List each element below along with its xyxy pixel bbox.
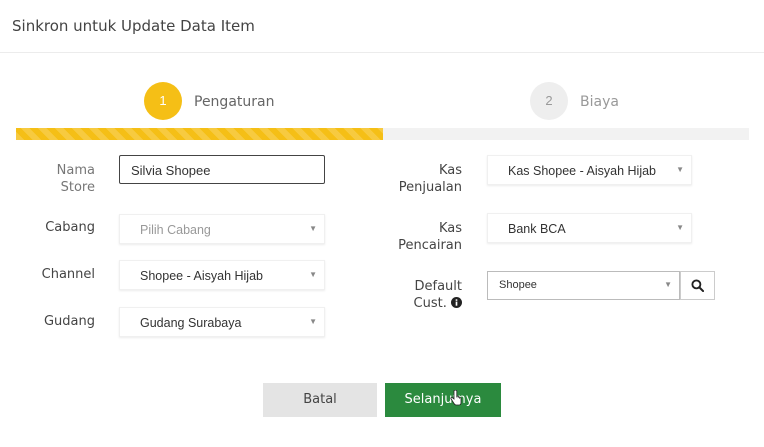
channel-label: Channel: [41, 267, 95, 282]
caret-down-icon: ▼: [309, 270, 317, 279]
kas-penjualan-select-value: Kas Shopee - Aisyah Hijab: [508, 164, 657, 178]
search-icon: [691, 279, 704, 292]
step-2-label: Biaya: [580, 94, 619, 110]
gudang-select-value: Gudang Surabaya: [140, 316, 242, 330]
caret-down-icon: ▼: [309, 224, 317, 233]
cabang-select-value: Pilih Cabang: [140, 223, 211, 237]
gudang-label: Gudang: [43, 314, 95, 329]
gudang-select[interactable]: Gudang Surabaya ▼: [119, 307, 325, 337]
default-cust-select[interactable]: Shopee ▼: [487, 271, 680, 300]
step-1-label: Pengaturan: [194, 94, 275, 110]
kas-penjualan-select[interactable]: Kas Shopee - Aisyah Hijab ▼: [487, 155, 692, 185]
progress-fill: [16, 128, 383, 140]
default-cust-label: Default Cust.: [413, 279, 462, 311]
dialog-title: Sinkron untuk Update Data Item: [12, 17, 255, 35]
kas-pencairan-select[interactable]: Bank BCA ▼: [487, 213, 692, 243]
cabang-label: Cabang: [45, 220, 95, 235]
nama-store-label: Nama Store: [56, 163, 95, 195]
cancel-button[interactable]: Batal: [263, 383, 377, 417]
step-2-indicator[interactable]: 2: [530, 82, 568, 120]
kas-pencairan-label: Kas Pencairan: [398, 221, 462, 253]
kas-penjualan-label: Kas Penjualan: [398, 163, 462, 195]
channel-select[interactable]: Shopee - Aisyah Hijab ▼: [119, 260, 325, 290]
hand-pointer-icon: [450, 390, 462, 406]
next-button[interactable]: Selanjutnya: [385, 383, 501, 417]
caret-down-icon: ▼: [676, 165, 684, 174]
caret-down-icon: ▼: [676, 223, 684, 232]
kas-pencairan-select-value: Bank BCA: [508, 222, 566, 236]
info-icon[interactable]: [451, 297, 462, 308]
nama-store-input[interactable]: Silvia Shopee: [119, 155, 325, 184]
header-divider: [0, 52, 764, 53]
step-1-indicator[interactable]: 1: [144, 82, 182, 120]
caret-down-icon: ▼: [309, 317, 317, 326]
caret-down-icon: ▼: [664, 280, 672, 289]
channel-select-value: Shopee - Aisyah Hijab: [140, 269, 263, 283]
default-cust-select-value: Shopee: [499, 279, 537, 291]
default-cust-search-button[interactable]: [680, 271, 715, 300]
cabang-select[interactable]: Pilih Cabang ▼: [119, 214, 325, 244]
